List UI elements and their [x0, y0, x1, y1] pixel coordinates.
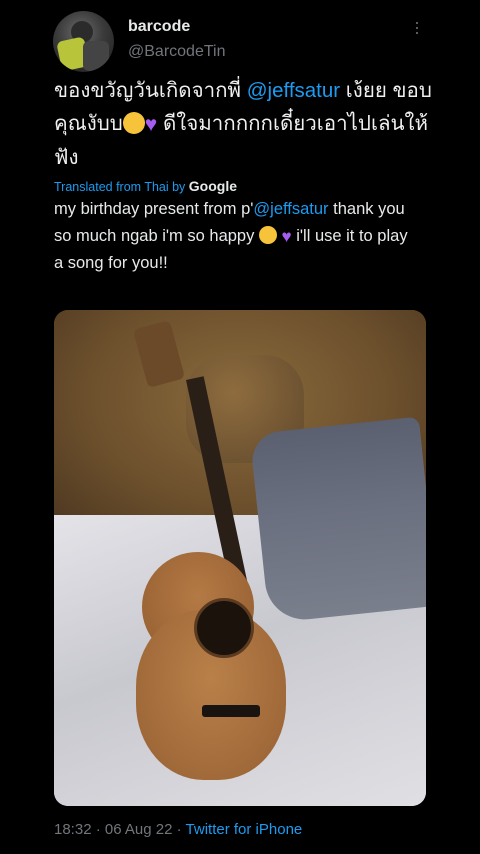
laugh-emoji-icon	[122, 112, 145, 134]
laugh-emoji-icon	[258, 226, 277, 244]
tweet-text-part1: ของขวัญวันเกิดจากพี่	[54, 79, 247, 102]
tweet-text: ของขวัญวันเกิดจากพี่ @jeffsatur เง้ยย ขอ…	[54, 74, 434, 174]
author-handle[interactable]: @BarcodeTin	[128, 43, 225, 61]
photo-guitar-soundhole	[194, 598, 254, 658]
translation-text: my birthday present from p'@jeffsatur th…	[54, 196, 414, 277]
tweet-metadata: 18:32 · 06 Aug 22 · Twitter for iPhone	[54, 821, 302, 838]
tweet-date[interactable]: 06 Aug 22	[105, 821, 173, 838]
author-name[interactable]: barcode	[128, 18, 190, 36]
google-logo-text: Google	[188, 178, 238, 194]
more-vertical-icon[interactable]	[410, 18, 424, 38]
meta-separator: ·	[176, 821, 182, 838]
translated-by-label: Translated from Thai by Google	[54, 178, 237, 194]
meta-separator: ·	[95, 821, 101, 838]
translated-from-text: Translated from Thai by	[54, 180, 189, 194]
avatar[interactable]	[53, 11, 114, 72]
tweet-source-link[interactable]: Twitter for iPhone	[186, 821, 303, 838]
purple-heart-icon: ♥	[281, 227, 292, 246]
avatar-shirt-shape	[83, 41, 109, 71]
tweet-time[interactable]: 18:32	[54, 821, 92, 838]
tweet-mention-link[interactable]: @jeffsatur	[247, 79, 340, 102]
translation-mention-link[interactable]: @jeffsatur	[253, 200, 328, 218]
tweet-photo[interactable]	[54, 310, 426, 806]
purple-heart-icon: ♥	[144, 113, 158, 136]
translation-part1: my birthday present from p'	[54, 200, 254, 218]
photo-guitar-bridge	[202, 705, 260, 717]
photo-blanket	[249, 416, 426, 624]
